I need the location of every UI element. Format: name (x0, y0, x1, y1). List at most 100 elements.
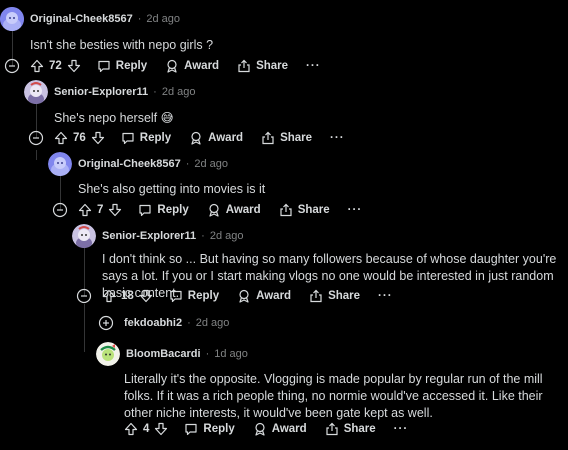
comment-age[interactable]: 2d ago (194, 158, 228, 170)
more-options-button[interactable]: ··· (306, 60, 321, 72)
award-label: Award (225, 204, 261, 216)
reply-label: Reply (115, 60, 148, 72)
reply-label: Reply (187, 290, 220, 302)
comment-icon (170, 290, 182, 303)
comment-author[interactable]: Original-Cheek8567 (78, 158, 181, 170)
collapse-button[interactable] (52, 202, 68, 218)
vote-score: 72 (49, 60, 62, 72)
comment-age[interactable]: 2d ago (162, 86, 196, 98)
upvote-icon (54, 131, 68, 145)
collapse-button[interactable] (28, 130, 44, 146)
reply-label: Reply (157, 204, 189, 216)
share-button[interactable]: Share (279, 203, 330, 217)
share-icon (310, 289, 322, 303)
share-button[interactable]: Share (325, 422, 376, 436)
upvote-button[interactable] (30, 59, 44, 73)
upvote-button[interactable] (54, 131, 68, 145)
downvote-button[interactable] (154, 422, 168, 436)
downvote-icon (155, 422, 168, 436)
upvote-icon (102, 289, 116, 303)
award-button[interactable]: Award (165, 59, 219, 73)
share-icon (238, 59, 250, 73)
award-button[interactable]: Award (189, 131, 243, 145)
reply-button[interactable]: Reply (138, 203, 189, 217)
reply-label: Reply (203, 423, 235, 435)
downvote-icon (67, 59, 80, 73)
separator-dot: · (201, 230, 205, 242)
comment-icon (185, 423, 198, 436)
award-label: Award (271, 423, 307, 435)
more-options-button[interactable]: ··· (394, 423, 409, 435)
collapse-button[interactable] (4, 58, 20, 74)
more-options-button[interactable]: ··· (348, 204, 363, 216)
comment-author[interactable]: Original-Cheek8567 (30, 13, 133, 25)
reply-button[interactable]: Reply (169, 289, 219, 303)
vote-score: 4 (143, 423, 150, 435)
reply-button[interactable]: Reply (184, 422, 235, 436)
separator-dot: · (137, 13, 142, 25)
separator-dot: · (187, 317, 191, 329)
avatar[interactable] (96, 342, 120, 366)
vote-score: 18 (121, 290, 134, 302)
comment-author[interactable]: fekdoabhi2 (124, 317, 182, 329)
avatar[interactable] (48, 152, 72, 176)
upvote-icon (78, 203, 92, 217)
comment-age[interactable]: 2d ago (146, 13, 180, 25)
share-icon (280, 203, 292, 217)
comment-author[interactable]: BloomBacardi (126, 348, 201, 360)
more-options-button[interactable]: ··· (330, 132, 345, 144)
snoo-avatar-icon (0, 7, 24, 31)
share-button[interactable]: Share (237, 59, 288, 73)
downvote-button[interactable] (139, 289, 153, 303)
share-icon (262, 131, 274, 145)
downvote-button[interactable] (91, 131, 105, 145)
share-button[interactable]: Share (261, 131, 312, 145)
comment-age[interactable]: 2d ago (210, 230, 244, 242)
reply-button[interactable]: Reply (97, 59, 147, 73)
upvote-button[interactable] (102, 289, 116, 303)
vote-score: 7 (97, 204, 104, 216)
vote-score: 76 (73, 132, 86, 144)
comment-actions: 72 Reply Award Share ··· (4, 56, 321, 76)
more-options-button[interactable]: ··· (378, 290, 393, 302)
collapse-button[interactable] (76, 288, 92, 304)
comment-meta: Original-Cheek8567 · 2d ago (30, 7, 180, 31)
share-label: Share (343, 423, 376, 435)
comment-meta: Senior-Explorer11 · 2d ago (54, 80, 195, 104)
award-button[interactable]: Award (207, 203, 261, 217)
comment-body: Literally it's the opposite. Vlogging is… (124, 372, 543, 420)
snoo-avatar-icon (72, 224, 96, 248)
share-label: Share (280, 132, 313, 144)
snoo-avatar-icon (24, 80, 48, 104)
award-button[interactable]: Award (237, 289, 291, 303)
award-icon (209, 203, 219, 217)
award-icon (239, 289, 249, 303)
share-icon (326, 422, 338, 436)
expand-button[interactable] (98, 315, 114, 331)
avatar[interactable] (0, 7, 24, 31)
separator-dot: · (153, 86, 157, 98)
comment-age[interactable]: 2d ago (196, 317, 230, 329)
thread-line (36, 150, 37, 160)
award-label: Award (256, 290, 292, 302)
downvote-button[interactable] (67, 59, 81, 73)
comment-author[interactable]: Senior-Explorer11 (54, 86, 148, 98)
comment-age[interactable]: 1d ago (214, 348, 248, 360)
comment-author[interactable]: Senior-Explorer11 (102, 230, 196, 242)
comment-meta: Original-Cheek8567 · 2d ago (78, 152, 228, 176)
comment-actions: 76 Reply Award Share ··· (28, 128, 345, 148)
upvote-button[interactable] (124, 422, 138, 436)
reply-button[interactable]: Reply (121, 131, 171, 145)
upvote-button[interactable] (78, 203, 92, 217)
comment-body: She's also getting into movies is it (78, 182, 266, 196)
avatar[interactable] (24, 80, 48, 104)
share-label: Share (256, 60, 289, 72)
separator-dot: · (185, 158, 190, 170)
snoo-avatar-icon (96, 342, 120, 366)
comment-icon (122, 132, 134, 145)
downvote-button[interactable] (108, 203, 122, 217)
award-label: Award (208, 132, 244, 144)
share-button[interactable]: Share (309, 289, 360, 303)
award-button[interactable]: Award (253, 422, 307, 436)
avatar[interactable] (72, 224, 96, 248)
